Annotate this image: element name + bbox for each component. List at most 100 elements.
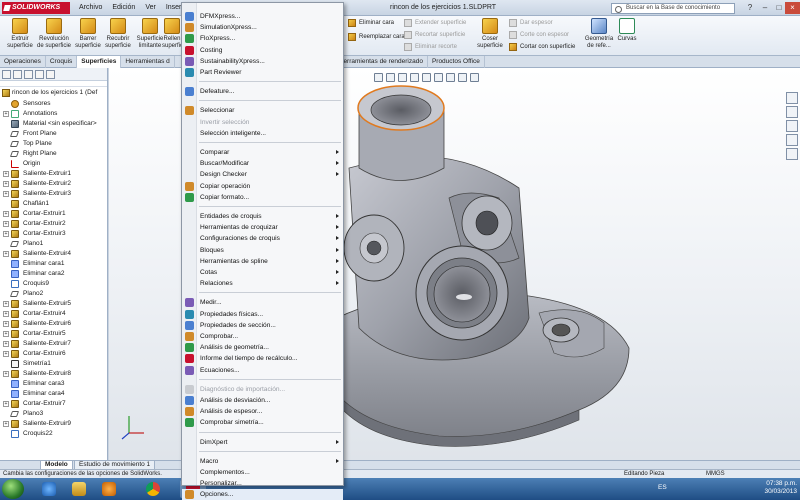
- expand-toggle[interactable]: +: [3, 181, 9, 187]
- tree-item[interactable]: + Saliente-Extruir1: [0, 169, 107, 179]
- zoom-to-area-icon[interactable]: [386, 73, 395, 82]
- expand-toggle[interactable]: +: [3, 111, 9, 117]
- property-manager-icon[interactable]: [13, 70, 22, 79]
- edit-appearance-icon[interactable]: [458, 73, 467, 82]
- trim-surface-button[interactable]: Recortar superficie: [404, 31, 465, 39]
- zoom-to-fit-icon[interactable]: [374, 73, 383, 82]
- tree-item[interactable]: + Saliente-Extruir8: [0, 369, 107, 379]
- revolve-surface-button[interactable]: Revolución de superficie: [36, 18, 72, 50]
- menu-item[interactable]: Configuraciones de croquis: [182, 233, 343, 244]
- extend-surface-button[interactable]: Extender superficie: [404, 19, 466, 27]
- tree-item[interactable]: Right Plane: [0, 149, 107, 159]
- tree-item[interactable]: + Saliente-Extruir5: [0, 299, 107, 309]
- view-palette-icon[interactable]: [786, 134, 798, 146]
- menu-item[interactable]: DimXpert: [182, 437, 343, 448]
- tree-item[interactable]: Origin: [0, 159, 107, 169]
- expand-toggle[interactable]: +: [3, 421, 9, 427]
- expand-toggle[interactable]: +: [3, 211, 9, 217]
- expand-toggle[interactable]: +: [3, 401, 9, 407]
- menu-item[interactable]: Entidades de croquis: [182, 211, 343, 222]
- tree-item[interactable]: + Cortar-Extruir3: [0, 229, 107, 239]
- thicken-button[interactable]: Dar espesor: [509, 19, 553, 27]
- knit-surface-button[interactable]: Coser superficie: [472, 18, 508, 50]
- tree-item[interactable]: + Cortar-Extruir5: [0, 329, 107, 339]
- tree-item[interactable]: Plano3: [0, 409, 107, 419]
- menu-item[interactable]: Análisis de geometría...: [182, 342, 343, 353]
- menu-item[interactable]: Informe del tiempo de recálculo...: [182, 353, 343, 364]
- menu-item[interactable]: Defeature...: [182, 86, 343, 97]
- menu-item[interactable]: Design Checker: [182, 169, 343, 180]
- tree-item[interactable]: + Cortar-Extruir2: [0, 219, 107, 229]
- expand-toggle[interactable]: +: [3, 231, 9, 237]
- hide-show-items-icon[interactable]: [446, 73, 455, 82]
- tree-item[interactable]: Croquis9: [0, 279, 107, 289]
- menu-item[interactable]: Seleccionar: [182, 105, 343, 116]
- taskbar-chrome[interactable]: [140, 480, 166, 498]
- expand-toggle[interactable]: +: [3, 191, 9, 197]
- tree-item[interactable]: Plano2: [0, 289, 107, 299]
- tree-item[interactable]: Eliminar cara3: [0, 379, 107, 389]
- tree-item[interactable]: + Cortar-Extruir1: [0, 209, 107, 219]
- thickened-cut-button[interactable]: Corte con espesor: [509, 31, 569, 39]
- expand-toggle[interactable]: +: [3, 221, 9, 227]
- menu-item[interactable]: Buscar/Modificar: [182, 158, 343, 169]
- tree-item[interactable]: Material <sin especificar>: [0, 119, 107, 129]
- tree-item[interactable]: + Annotations: [0, 109, 107, 119]
- menu-item[interactable]: Invertir selección: [182, 117, 343, 128]
- replace-face-button[interactable]: Reemplazar cara: [348, 33, 405, 41]
- menu-item[interactable]: Ecuaciones...: [182, 365, 343, 376]
- menu-item[interactable]: Copiar formato...: [182, 192, 343, 203]
- surface-cut-button[interactable]: Cortar con superficie: [509, 43, 575, 51]
- untrim-surface-button[interactable]: Eliminar recorte: [404, 43, 457, 51]
- menu-item[interactable]: Macro: [182, 456, 343, 467]
- taskbar-internet-explorer[interactable]: [36, 480, 62, 498]
- taskbar-media[interactable]: [96, 480, 122, 498]
- start-button[interactable]: [2, 479, 24, 499]
- tree-item[interactable]: + Cortar-Extruir6: [0, 349, 107, 359]
- menu-item[interactable]: Herramientas de croquizar: [182, 222, 343, 233]
- feature-manager-icon[interactable]: [2, 70, 11, 79]
- file-explorer-icon[interactable]: [786, 120, 798, 132]
- tree-item[interactable]: + Saliente-Extruir2: [0, 179, 107, 189]
- tree-item[interactable]: Front Plane: [0, 129, 107, 139]
- tree-item[interactable]: + Saliente-Extruir7: [0, 339, 107, 349]
- menu-item[interactable]: Complementos...: [182, 467, 343, 478]
- expand-toggle[interactable]: +: [3, 321, 9, 327]
- appearances-icon[interactable]: [786, 148, 798, 160]
- menu-item[interactable]: Análisis de espesor...: [182, 406, 343, 417]
- expand-toggle[interactable]: +: [3, 341, 9, 347]
- menu-item[interactable]: Cotas: [182, 267, 343, 278]
- display-manager-icon[interactable]: [46, 70, 55, 79]
- tree-item[interactable]: Eliminar cara4: [0, 389, 107, 399]
- menu-item[interactable]: Personalizar...: [182, 478, 343, 489]
- menu-item[interactable]: Costing: [182, 45, 343, 56]
- curves-button[interactable]: Curvas: [612, 18, 642, 43]
- menu-item[interactable]: Selección inteligente...: [182, 128, 343, 139]
- menu-item[interactable]: Relaciones: [182, 278, 343, 289]
- menu-item[interactable]: FloXpress...: [182, 33, 343, 44]
- menu-item[interactable]: Medir...: [182, 297, 343, 308]
- tree-item[interactable]: + Cortar-Extruir7: [0, 399, 107, 409]
- menu-item[interactable]: Propiedades físicas...: [182, 309, 343, 320]
- menu-item[interactable]: Part Reviewer: [182, 67, 343, 78]
- tab-herramientas[interactable]: Herramientas d: [121, 56, 175, 68]
- expand-toggle[interactable]: +: [3, 171, 9, 177]
- menu-item[interactable]: Comparar: [182, 147, 343, 158]
- tree-item[interactable]: Plano1: [0, 239, 107, 249]
- tab-productos-office[interactable]: Productos Office: [428, 56, 485, 68]
- tab-herramientas-renderizado[interactable]: Herramientas de renderizado: [335, 56, 428, 68]
- close-icon[interactable]: ×: [785, 2, 800, 14]
- menu-item[interactable]: Opciones...: [182, 489, 343, 500]
- menu-item[interactable]: Bloques: [182, 245, 343, 256]
- menu-edicion[interactable]: Edición: [109, 3, 138, 12]
- tab-operaciones[interactable]: Operaciones: [0, 56, 46, 68]
- menu-item[interactable]: Diagnóstico de importación...: [182, 384, 343, 395]
- menu-item[interactable]: DFMXpress...: [182, 11, 343, 22]
- section-view-icon[interactable]: [410, 73, 419, 82]
- tree-item[interactable]: + Saliente-Extruir9: [0, 419, 107, 429]
- help-icon[interactable]: ?: [742, 2, 758, 14]
- tab-croquis[interactable]: Croquis: [46, 56, 78, 68]
- expand-toggle[interactable]: +: [3, 371, 9, 377]
- menu-item[interactable]: Comprobar simetría...: [182, 417, 343, 428]
- fill-surface-button[interactable]: Rellen superfici: [162, 18, 182, 50]
